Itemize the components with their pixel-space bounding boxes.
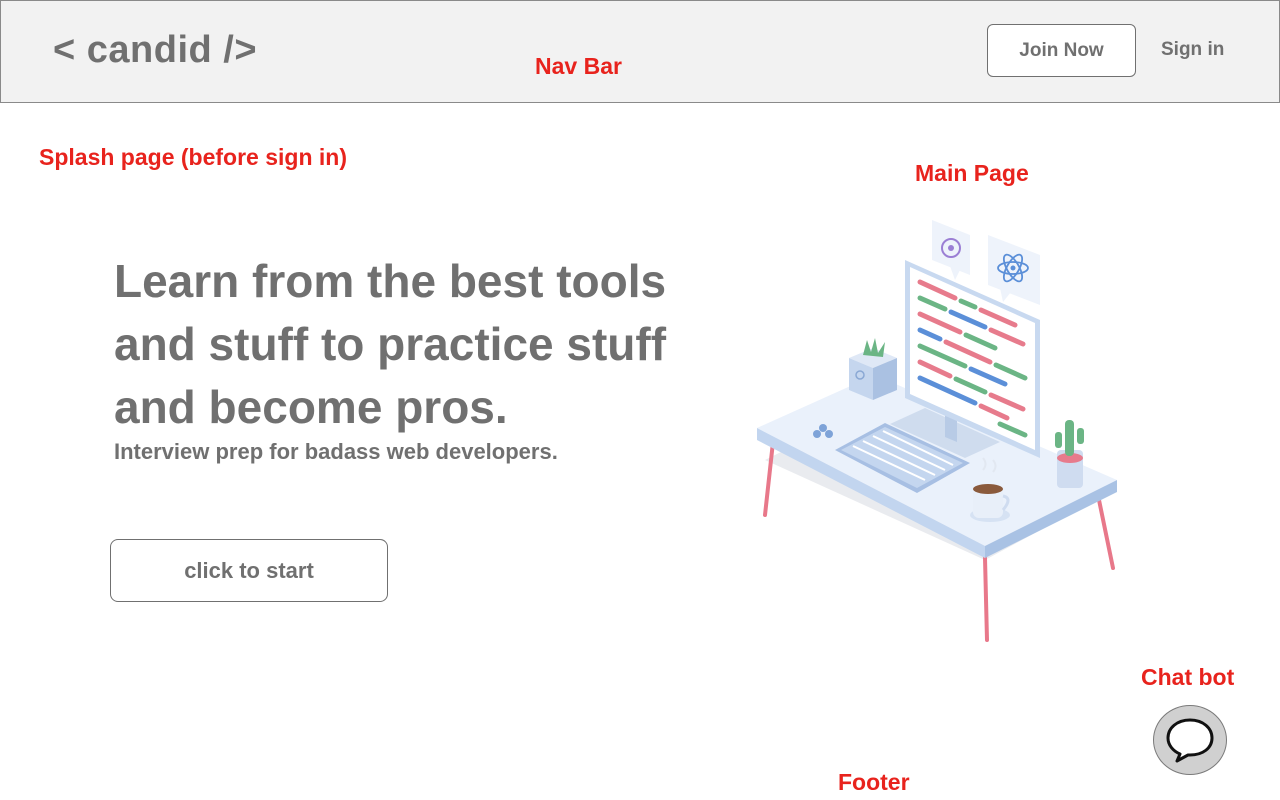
chat-bot-button[interactable]	[1153, 705, 1227, 775]
react-bubble	[988, 235, 1040, 305]
annotation-nav-bar: Nav Bar	[535, 53, 622, 79]
click-to-start-button[interactable]: click to start	[110, 539, 388, 602]
annotation-splash-page: Splash page (before sign in)	[39, 144, 347, 170]
speech-bubble-icon	[1166, 718, 1214, 763]
navbar: < candid /> Join Now Sign in	[0, 0, 1280, 103]
hero-title-line: and become pros.	[114, 381, 508, 433]
potted-plant	[849, 338, 897, 400]
hero-subtitle: Interview prep for badass web developers…	[114, 439, 558, 464]
hero-title-line: Learn from the best tools	[114, 255, 667, 307]
hero-title: Learn from the best tools and stuff to p…	[114, 250, 734, 439]
redux-bubble	[932, 220, 970, 280]
annotation-main-page: Main Page	[915, 160, 1029, 186]
annotation-footer: Footer	[838, 769, 910, 795]
logo[interactable]: < candid />	[53, 29, 257, 72]
annotation-chat-bot: Chat bot	[1141, 664, 1235, 690]
sign-in-link[interactable]: Sign in	[1161, 39, 1224, 61]
cactus	[1055, 420, 1084, 488]
hero-title-line: and stuff to practice stuff	[114, 318, 667, 370]
desk-workstation-illustration	[757, 220, 1117, 642]
join-now-button[interactable]: Join Now	[987, 24, 1136, 77]
